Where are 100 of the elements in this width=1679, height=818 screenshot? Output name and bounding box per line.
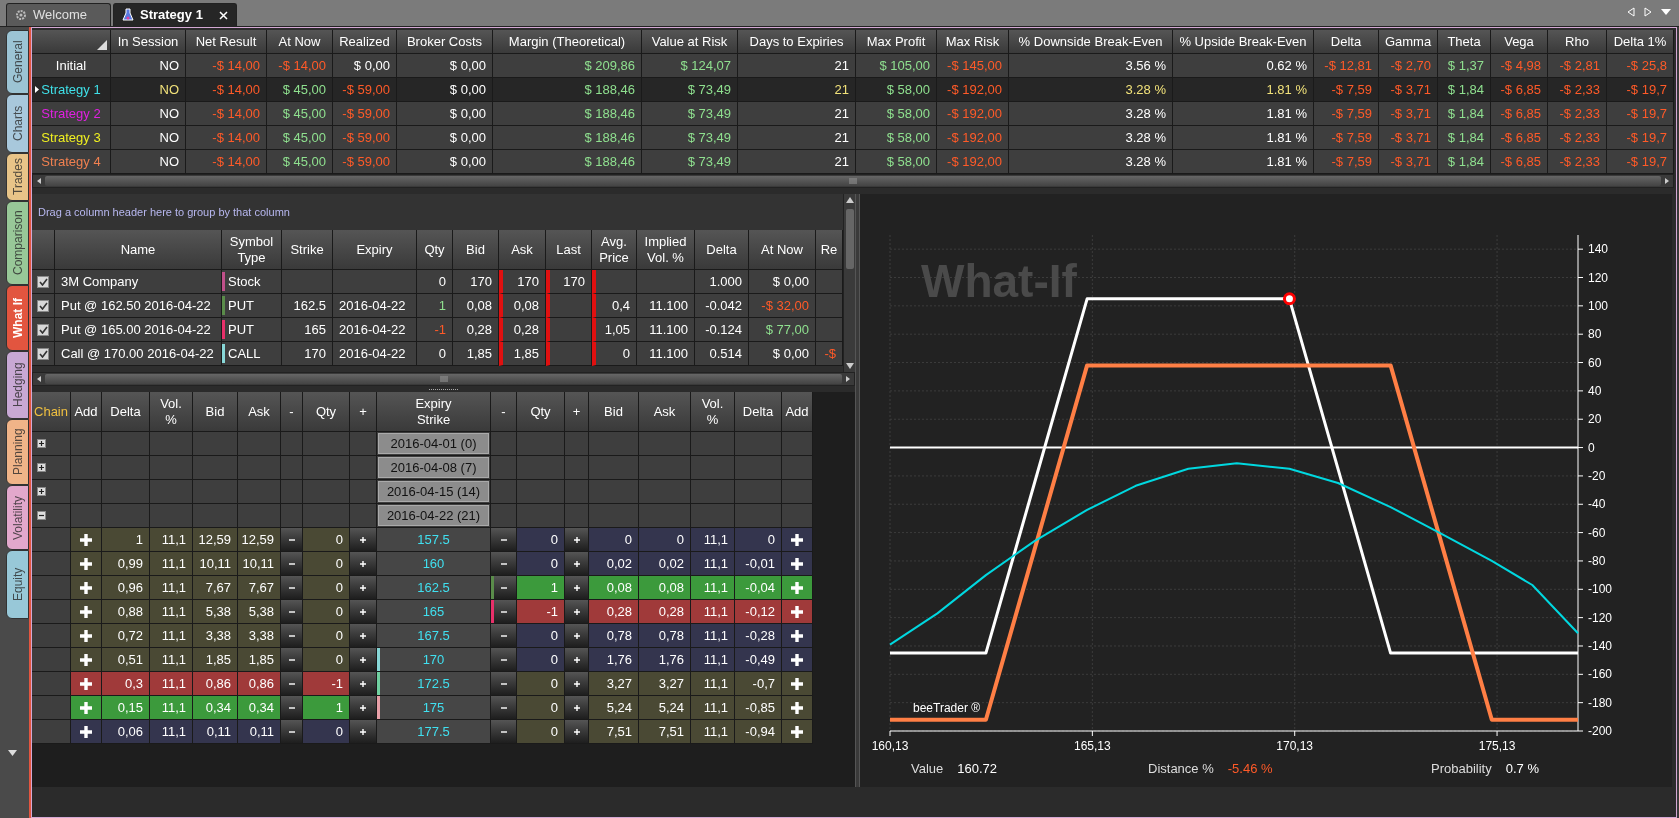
- add-button[interactable]: [782, 552, 813, 576]
- increase-button[interactable]: [565, 576, 589, 600]
- column-header[interactable]: Gamma: [1379, 30, 1438, 54]
- increase-button[interactable]: [565, 624, 589, 648]
- column-header[interactable]: Delta: [695, 230, 749, 270]
- increase-button[interactable]: [565, 552, 589, 576]
- increase-button[interactable]: [350, 552, 377, 576]
- increase-button[interactable]: [350, 576, 377, 600]
- column-header[interactable]: Net Result: [186, 30, 267, 54]
- increase-button[interactable]: [565, 720, 589, 744]
- column-header[interactable]: Delta: [735, 392, 782, 432]
- column-header[interactable]: Bid: [193, 392, 238, 432]
- column-header[interactable]: Rho: [1548, 30, 1607, 54]
- column-header[interactable]: % Upside Break-Even: [1173, 30, 1314, 54]
- column-header[interactable]: At Now: [749, 230, 816, 270]
- side-tab[interactable]: Trades: [6, 153, 29, 201]
- add-button[interactable]: [71, 672, 102, 696]
- column-header[interactable]: Bid: [589, 392, 639, 432]
- add-button[interactable]: [71, 696, 102, 720]
- strategy-name[interactable]: Initial: [32, 54, 111, 78]
- add-button[interactable]: [71, 648, 102, 672]
- increase-button[interactable]: [350, 672, 377, 696]
- add-button[interactable]: [782, 648, 813, 672]
- column-header[interactable]: Margin (Theoretical): [493, 30, 642, 54]
- document-tab[interactable]: Welcome: [6, 3, 111, 26]
- add-button[interactable]: [71, 600, 102, 624]
- column-header[interactable]: Vol. %: [691, 392, 735, 432]
- column-header[interactable]: Last: [546, 230, 592, 270]
- side-tab[interactable]: Volatility: [6, 485, 29, 550]
- column-header[interactable]: Max Profit: [856, 30, 937, 54]
- increase-button[interactable]: [350, 696, 377, 720]
- decrease-button[interactable]: [281, 672, 303, 696]
- decrease-button[interactable]: [281, 720, 303, 744]
- expand-toggle[interactable]: [37, 487, 46, 496]
- side-tab[interactable]: Charts: [6, 94, 29, 153]
- increase-button[interactable]: [565, 672, 589, 696]
- increase-button[interactable]: [350, 648, 377, 672]
- increase-button[interactable]: [565, 600, 589, 624]
- decrease-button[interactable]: [281, 576, 303, 600]
- column-header[interactable]: Qty: [303, 392, 350, 432]
- column-header[interactable]: -: [491, 392, 517, 432]
- column-header[interactable]: Add: [71, 392, 102, 432]
- decrease-button[interactable]: [281, 648, 303, 672]
- side-tab[interactable]: Equity: [6, 550, 29, 619]
- column-header[interactable]: Theta: [1438, 30, 1491, 54]
- side-tab[interactable]: Hedging: [6, 351, 29, 419]
- decrease-button[interactable]: [281, 624, 303, 648]
- expand-toggle[interactable]: [37, 511, 46, 520]
- decrease-button[interactable]: [491, 576, 517, 600]
- checkbox[interactable]: [37, 347, 49, 360]
- strategy-name[interactable]: Strategy 4: [32, 150, 111, 174]
- column-header[interactable]: At Now: [267, 30, 333, 54]
- column-header[interactable]: Ask: [238, 392, 281, 432]
- column-header[interactable]: -: [281, 392, 303, 432]
- add-button[interactable]: [71, 624, 102, 648]
- add-button[interactable]: [782, 696, 813, 720]
- side-tab[interactable]: Planning: [6, 419, 29, 485]
- column-header[interactable]: Vega: [1491, 30, 1548, 54]
- column-header[interactable]: +: [565, 392, 589, 432]
- add-button[interactable]: [71, 552, 102, 576]
- column-header[interactable]: Symbol Type: [222, 230, 282, 270]
- expiry-label[interactable]: 2016-04-15 (14): [378, 481, 489, 502]
- column-header[interactable]: Chain: [32, 392, 71, 432]
- strategy-name[interactable]: Strategy 1: [32, 78, 111, 102]
- column-header[interactable]: Ask: [639, 392, 691, 432]
- strategy-name[interactable]: Strategy 3: [32, 126, 111, 150]
- column-header[interactable]: Qty: [517, 392, 565, 432]
- add-button[interactable]: [71, 576, 102, 600]
- checkbox[interactable]: [37, 323, 49, 336]
- column-header[interactable]: Broker Costs: [397, 30, 493, 54]
- column-header[interactable]: Strike: [282, 230, 333, 270]
- column-header[interactable]: [32, 30, 111, 54]
- checkbox[interactable]: [37, 275, 49, 288]
- column-header[interactable]: Value at Risk: [642, 30, 738, 54]
- add-button[interactable]: [782, 624, 813, 648]
- column-header[interactable]: Expiry Strike: [377, 392, 491, 432]
- column-header[interactable]: Days to Expiries: [738, 30, 856, 54]
- side-tab[interactable]: General: [6, 30, 29, 94]
- expand-toggle[interactable]: [37, 439, 46, 448]
- decrease-button[interactable]: [281, 600, 303, 624]
- scrollbar-thumb[interactable]: [45, 374, 842, 384]
- increase-button[interactable]: [350, 720, 377, 744]
- column-header[interactable]: Re: [816, 230, 843, 270]
- horizontal-scrollbar[interactable]: [32, 372, 855, 386]
- scrollbar-thumb[interactable]: [45, 176, 1661, 186]
- column-header[interactable]: Vol. %: [150, 392, 193, 432]
- add-button[interactable]: [782, 720, 813, 744]
- increase-button[interactable]: [565, 696, 589, 720]
- vertical-scrollbar[interactable]: [843, 194, 855, 372]
- add-button[interactable]: [782, 576, 813, 600]
- expiry-label[interactable]: 2016-04-08 (7): [378, 457, 489, 478]
- add-button[interactable]: [782, 672, 813, 696]
- column-header[interactable]: Name: [55, 230, 222, 270]
- decrease-button[interactable]: [281, 696, 303, 720]
- column-header[interactable]: Implied Vol. %: [637, 230, 695, 270]
- column-header[interactable]: Realized: [333, 30, 397, 54]
- column-header[interactable]: Max Risk: [937, 30, 1009, 54]
- column-header[interactable]: Expiry: [333, 230, 417, 270]
- column-header[interactable]: Add: [782, 392, 813, 432]
- side-tab[interactable]: Comparison: [6, 201, 29, 285]
